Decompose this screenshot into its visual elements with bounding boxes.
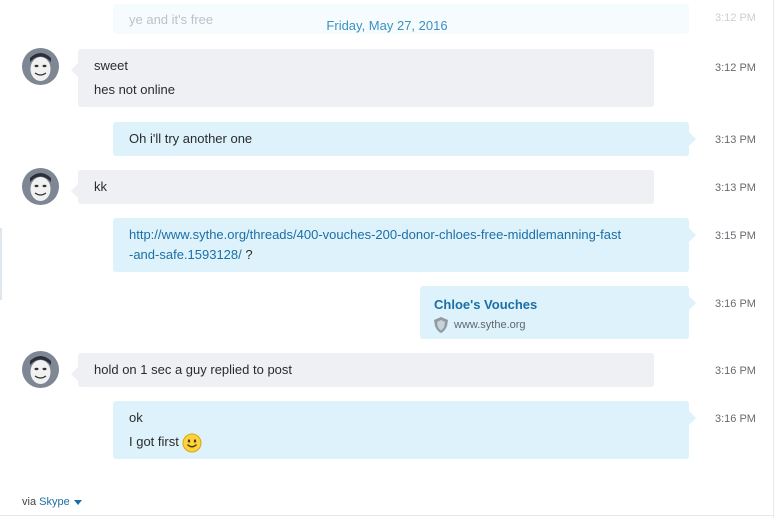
divider (0, 515, 774, 516)
contact-avatar[interactable] (22, 168, 59, 205)
thread-link-continued[interactable]: -and-safe.1593128/ (129, 247, 242, 262)
outgoing-message[interactable]: ok I got first (113, 401, 696, 459)
message-text: hold on 1 sec a guy replied to post (94, 362, 293, 377)
contact-avatar[interactable] (22, 48, 59, 85)
via-label: via (22, 496, 37, 508)
incoming-message[interactable]: hold on 1 sec a guy replied to post (71, 353, 654, 387)
message-text: I got first (129, 434, 179, 449)
message-text: Oh i'll try another one (129, 131, 253, 146)
message-time: 3:13 PM (715, 134, 756, 146)
message-time: 3:13 PM (715, 182, 756, 194)
shield-icon (434, 317, 448, 333)
message-time: 3:16 PM (715, 413, 756, 425)
message-text: kk (94, 179, 107, 194)
via-skype-selector[interactable]: via Skype (22, 496, 82, 508)
chevron-down-icon[interactable] (73, 499, 82, 505)
left-edge-marker (0, 228, 2, 300)
mask-avatar-icon (22, 48, 59, 85)
date-separator: Friday, May 27, 2016 (326, 18, 448, 33)
message-text: hes not online (94, 82, 175, 97)
mask-avatar-icon (22, 168, 59, 205)
mask-avatar-icon (22, 351, 59, 388)
smiley-emoticon-icon (182, 433, 202, 453)
message-time: 3:15 PM (715, 230, 756, 242)
outgoing-message[interactable]: http://www.sythe.org/threads/400-vouches… (113, 218, 696, 272)
chat-history: ye and it's free 3:12 PM Friday, May 27,… (0, 0, 774, 518)
message-time: 3:12 PM (715, 62, 756, 74)
link-preview-card[interactable]: Chloe's Vouches www.sythe.org (420, 286, 696, 339)
outgoing-message[interactable]: Oh i'll try another one (113, 122, 696, 156)
message-time: 3:16 PM (715, 365, 756, 377)
message-time: 3:16 PM (715, 298, 756, 310)
incoming-message[interactable]: kk (71, 170, 654, 204)
message-text: ? (241, 247, 253, 262)
contact-avatar[interactable] (22, 351, 59, 388)
message-text: sweet (94, 58, 128, 73)
service-name[interactable]: Skype (39, 496, 70, 508)
link-preview-title[interactable]: Chloe's Vouches (434, 294, 675, 316)
message-text: ok (129, 410, 143, 425)
link-preview-site: www.sythe.org (454, 319, 526, 331)
incoming-message[interactable]: sweet hes not online (71, 49, 654, 107)
thread-link[interactable]: http://www.sythe.org/threads/400-vouches… (129, 227, 621, 242)
